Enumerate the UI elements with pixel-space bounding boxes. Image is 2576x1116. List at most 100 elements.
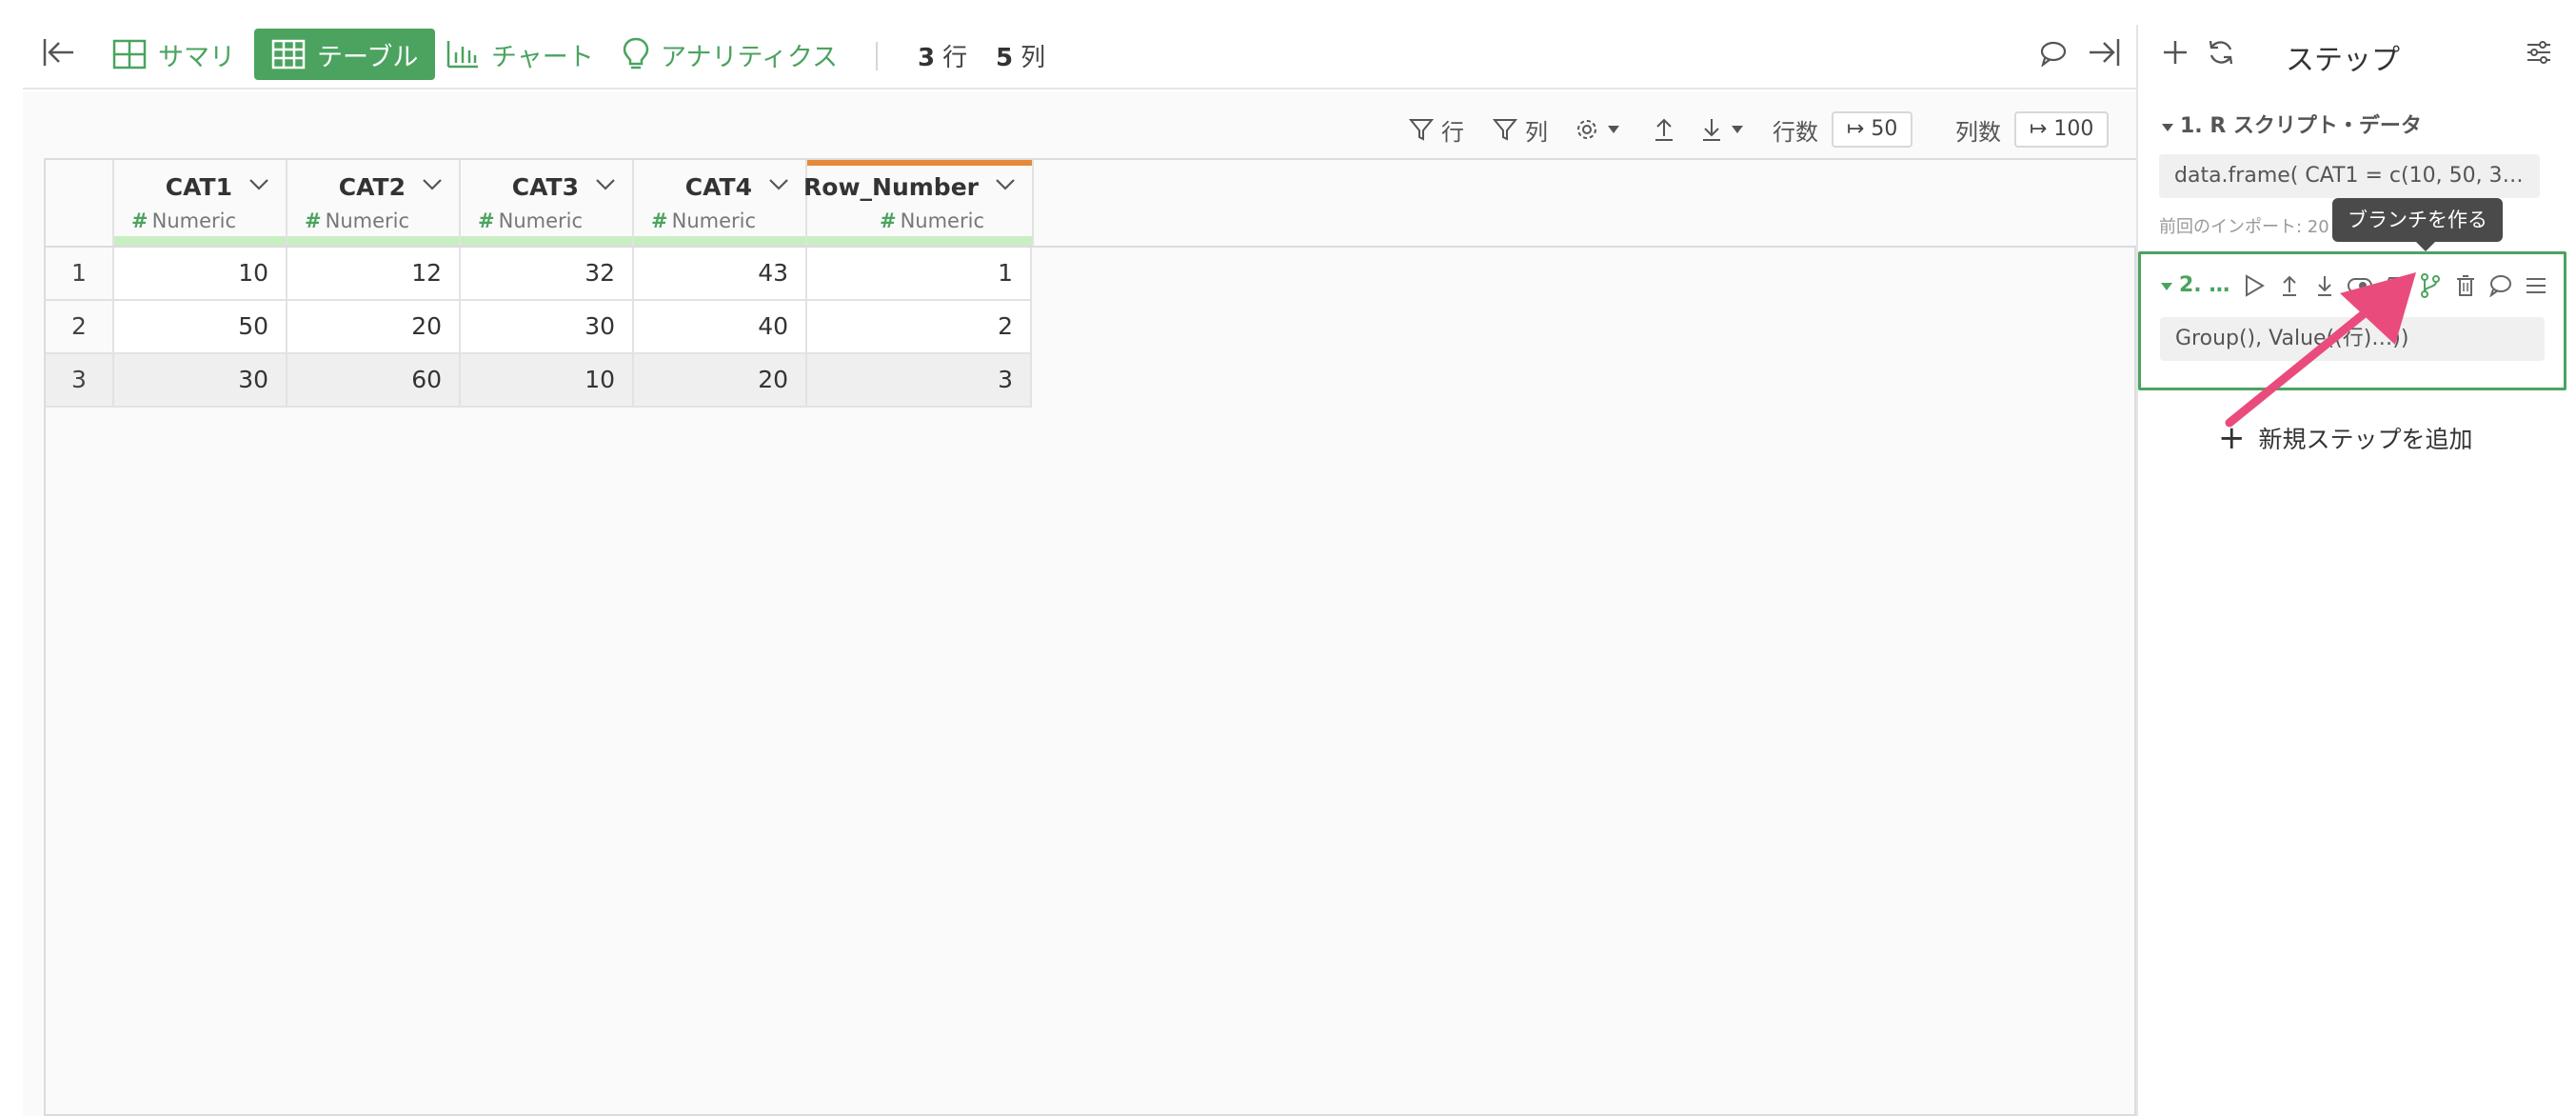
column-header-row-number[interactable]: Row_Number # Numeric <box>803 160 1034 246</box>
step1-import-info: 前回のインポート: 20 <box>2159 217 2329 237</box>
numeric-type-icon: # <box>478 209 495 232</box>
table-row[interactable]: 2 50 20 30 40 2 <box>46 301 1032 354</box>
tab-table-label: テーブル <box>317 42 419 72</box>
tab-summary[interactable]: サマリ <box>112 29 235 80</box>
table-cell[interactable]: 50 <box>114 301 287 352</box>
trash-icon[interactable] <box>2451 271 2479 299</box>
table-cell[interactable]: 3 <box>807 354 1032 406</box>
column-type: # Numeric <box>478 209 583 232</box>
data-table: CAT1 # Numeric CAT2 # Numeric CAT3 # Numeri… <box>44 158 2136 1116</box>
toolbar-divider <box>876 42 878 70</box>
row-count-label: 行数 <box>1773 118 1818 146</box>
upload-button[interactable] <box>1653 110 1683 149</box>
chevron-down-icon[interactable] <box>994 177 1017 192</box>
top-toolbar: サマリ テーブル チャート アナリティクス 3行 5列 <box>23 0 2136 90</box>
column-header-cat3[interactable]: CAT3 # Numeric <box>461 160 634 246</box>
row-index: 3 <box>46 354 114 406</box>
grid-area: 行 列 行数 ↦ 50 列数 ↦ 100 CAT1 # Numeric CAT2… <box>23 91 2136 1116</box>
download-icon <box>1703 119 1720 141</box>
table-cell[interactable]: 60 <box>287 354 461 406</box>
tab-chart[interactable]: チャート <box>446 29 594 80</box>
caret-down-icon <box>2161 283 2172 290</box>
column-name: CAT1 <box>165 173 232 201</box>
main-area: サマリ テーブル チャート アナリティクス 3行 5列 行 列 行数 ↦ 50 … <box>23 0 2136 1116</box>
steps-panel: ステップ 1. R スクリプト・データ data.frame( CAT1 = c… <box>2136 25 2576 1116</box>
collapse-right-icon[interactable] <box>2087 36 2121 72</box>
table-cell[interactable]: 10 <box>114 248 287 299</box>
row-count-control: 行数 ↦ 50 <box>1773 110 1913 149</box>
annotation-arrow-icon <box>2225 272 2416 428</box>
column-type-bar <box>114 236 286 246</box>
sliders-settings-icon[interactable] <box>2525 38 2553 70</box>
column-header-cat2[interactable]: CAT2 # Numeric <box>287 160 461 246</box>
rows-count-value: 3 <box>918 44 936 72</box>
column-type-label: Numeric <box>151 209 237 232</box>
table-cell[interactable]: 43 <box>634 248 807 299</box>
collapse-left-icon[interactable] <box>42 36 76 72</box>
tab-analytics[interactable]: アナリティクス <box>623 29 838 80</box>
table-cell[interactable]: 2 <box>807 301 1032 352</box>
table-row[interactable]: 3 30 60 10 20 3 <box>46 354 1032 408</box>
filter-cols-button[interactable]: 列 <box>1493 110 1548 149</box>
new-column-marker <box>807 160 1032 166</box>
column-header-cat4[interactable]: CAT4 # Numeric <box>634 160 807 246</box>
settings-menu-button[interactable] <box>1575 110 1628 149</box>
cols-count-unit: 列 <box>1020 44 1046 72</box>
filter-rows-button[interactable]: 行 <box>1409 110 1464 149</box>
caret-down-icon <box>2162 124 2173 131</box>
chevron-down-icon[interactable] <box>594 177 617 192</box>
step1-header[interactable]: 1. R スクリプト・データ <box>2161 109 2422 139</box>
column-type: # Numeric <box>305 209 409 232</box>
rows-count: 3行 <box>918 38 967 73</box>
column-type-bar <box>287 236 459 246</box>
tab-analytics-label: アナリティクス <box>661 42 839 72</box>
row-index: 1 <box>46 248 114 299</box>
bar-chart-icon <box>446 41 478 69</box>
add-step-plus-icon[interactable] <box>2161 38 2190 70</box>
table-cell[interactable]: 32 <box>461 248 634 299</box>
column-type-label: Numeric <box>325 209 410 232</box>
panel-title: ステップ <box>2286 44 2400 77</box>
table-cell[interactable]: 40 <box>634 301 807 352</box>
gear-icon <box>1577 120 1596 139</box>
chevron-down-icon[interactable] <box>248 177 270 192</box>
caret-down-icon <box>1732 126 1743 133</box>
comment-icon[interactable] <box>2039 40 2068 70</box>
column-type: # Numeric <box>880 209 984 232</box>
caret-down-icon <box>1608 126 1619 133</box>
comment-icon[interactable] <box>2487 271 2514 299</box>
download-menu-button[interactable] <box>1700 110 1752 149</box>
column-type-label: Numeric <box>498 209 584 232</box>
column-name: Row_Number <box>803 173 979 201</box>
numeric-type-icon: # <box>305 209 322 232</box>
cols-count-value: 5 <box>996 44 1014 72</box>
col-count-input[interactable]: ↦ 100 <box>2014 111 2110 148</box>
step1-code[interactable]: data.frame( CAT1 = c(10, 50, 30), C… <box>2159 154 2540 198</box>
table-cell[interactable]: 30 <box>461 301 634 352</box>
col-count-control: 列数 ↦ 100 <box>1955 110 2110 149</box>
tab-table[interactable]: テーブル <box>254 29 436 80</box>
table-cell[interactable]: 20 <box>287 301 461 352</box>
table-cell[interactable]: 10 <box>461 354 634 406</box>
chevron-down-icon[interactable] <box>421 177 444 192</box>
table-cell[interactable]: 1 <box>807 248 1032 299</box>
filter-icon <box>1409 119 1434 141</box>
table-cell[interactable]: 20 <box>634 354 807 406</box>
table-row[interactable]: 1 10 12 32 43 1 <box>46 248 1032 301</box>
refresh-icon[interactable] <box>2207 38 2235 70</box>
numeric-type-icon: # <box>651 209 668 232</box>
table-header: CAT1 # Numeric CAT2 # Numeric CAT3 # Numeri… <box>46 160 2136 248</box>
chevron-down-icon[interactable] <box>767 177 790 192</box>
cols-count: 5列 <box>996 38 1045 73</box>
upload-icon <box>1655 118 1673 141</box>
column-header-cat1[interactable]: CAT1 # Numeric <box>114 160 287 246</box>
table-icon <box>271 39 306 70</box>
filter-icon <box>1493 119 1517 141</box>
filter-cols-label: 列 <box>1525 118 1548 146</box>
column-type-bar <box>807 236 1032 246</box>
menu-icon[interactable] <box>2522 271 2549 299</box>
table-cell[interactable]: 30 <box>114 354 287 406</box>
numeric-type-icon: # <box>879 209 897 232</box>
table-cell[interactable]: 12 <box>287 248 461 299</box>
row-count-input[interactable]: ↦ 50 <box>1832 111 1913 148</box>
